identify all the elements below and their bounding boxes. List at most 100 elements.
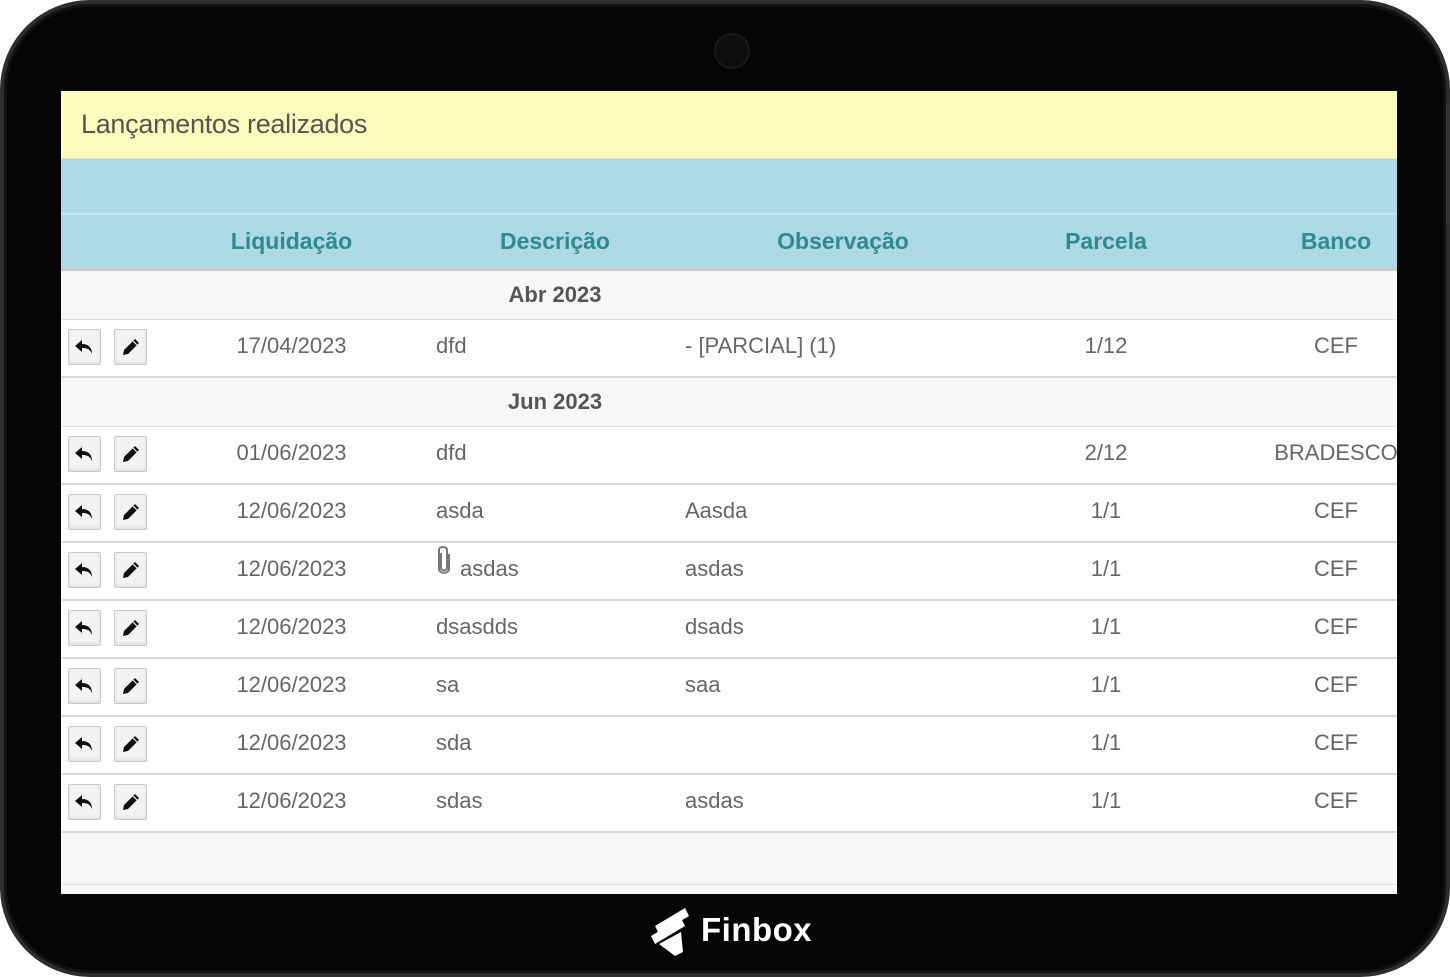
banco-cell: CEF bbox=[1314, 788, 1358, 813]
parcela-cell: 2/12 bbox=[1084, 440, 1128, 465]
paperclip-icon[interactable] bbox=[436, 542, 452, 594]
undo-icon bbox=[74, 734, 96, 754]
parcela-cell: 1/1 bbox=[1090, 672, 1122, 697]
table-row[interactable]: 01/06/2023 dfd 2/12 BRADESCO bbox=[61, 427, 1397, 485]
page-title: Lançamentos realizados bbox=[81, 109, 368, 139]
undo-icon bbox=[74, 337, 96, 357]
column-header-observacao[interactable]: Observação bbox=[743, 215, 943, 268]
column-header-liquidacao[interactable]: Liquidação bbox=[209, 215, 374, 268]
table-row[interactable]: 17/04/2023 dfd - [PARCIAL] (1) 1/12 CEF bbox=[61, 320, 1397, 378]
pencil-icon bbox=[121, 337, 141, 357]
observacao-cell bbox=[685, 427, 985, 483]
group-row: Abr 2023 bbox=[61, 271, 1397, 320]
banco-cell: CEF bbox=[1314, 614, 1358, 639]
table-row[interactable]: 12/06/2023 sa saa 1/1 CEF bbox=[61, 659, 1397, 717]
edit-button[interactable] bbox=[114, 436, 147, 472]
edit-button[interactable] bbox=[114, 784, 147, 820]
screen: Lançamentos realizados Liquidação Descri… bbox=[61, 91, 1397, 894]
undo-icon bbox=[74, 792, 96, 812]
undo-icon bbox=[74, 676, 96, 696]
finbox-logo-mark bbox=[651, 908, 689, 956]
table-footer-divider bbox=[61, 884, 1397, 885]
description-text: dfd bbox=[436, 333, 467, 358]
edit-button[interactable] bbox=[114, 329, 147, 365]
pencil-icon bbox=[121, 618, 141, 638]
banco-cell: CEF bbox=[1314, 498, 1358, 523]
pencil-icon bbox=[121, 560, 141, 580]
banco-cell: CEF bbox=[1314, 333, 1358, 358]
tablet-frame: Lançamentos realizados Liquidação Descri… bbox=[0, 0, 1450, 977]
reverse-button[interactable] bbox=[68, 329, 101, 365]
descricao-cell: dfd bbox=[436, 427, 676, 483]
descricao-cell: asda bbox=[436, 485, 676, 541]
table-row[interactable]: 12/06/2023 sda 1/1 CEF bbox=[61, 717, 1397, 775]
edit-button[interactable] bbox=[114, 668, 147, 704]
camera-dot bbox=[714, 33, 750, 69]
pencil-icon bbox=[121, 734, 141, 754]
parcela-cell: 1/1 bbox=[1090, 788, 1122, 813]
reverse-button[interactable] bbox=[68, 436, 101, 472]
pencil-icon bbox=[121, 444, 141, 464]
reverse-button[interactable] bbox=[68, 784, 101, 820]
table-row[interactable]: 12/06/2023 dsasdds dsads 1/1 CEF bbox=[61, 601, 1397, 659]
liquidacao-cell: 12/06/2023 bbox=[236, 556, 347, 581]
liquidacao-cell: 12/06/2023 bbox=[236, 672, 347, 697]
description-text: sa bbox=[436, 672, 460, 697]
description-text: sdas bbox=[436, 788, 483, 813]
descricao-cell: asdas bbox=[436, 543, 676, 599]
pencil-icon bbox=[121, 502, 141, 522]
column-header-descricao[interactable]: Descrição bbox=[461, 215, 649, 268]
pencil-icon bbox=[121, 676, 141, 696]
brand-name: Finbox bbox=[701, 911, 813, 948]
description-text: dfd bbox=[436, 440, 467, 465]
liquidacao-cell: 12/06/2023 bbox=[236, 498, 347, 523]
liquidacao-cell: 12/06/2023 bbox=[236, 730, 347, 755]
table-row[interactable]: 12/06/2023 asdas asdas 1/1 CEF bbox=[61, 543, 1397, 601]
group-row: Jun 2023 bbox=[61, 378, 1397, 427]
edit-button[interactable] bbox=[114, 552, 147, 588]
reverse-button[interactable] bbox=[68, 610, 101, 646]
undo-icon bbox=[74, 502, 96, 522]
parcela-cell: 1/1 bbox=[1090, 614, 1122, 639]
group-label: Jun 2023 bbox=[507, 389, 603, 414]
observacao-cell: asdas bbox=[685, 556, 744, 581]
reverse-button[interactable] bbox=[68, 552, 101, 588]
group-label: Abr 2023 bbox=[508, 282, 602, 307]
reverse-button[interactable] bbox=[68, 668, 101, 704]
column-header-parcela[interactable]: Parcela bbox=[1036, 215, 1176, 268]
observacao-cell: - [PARCIAL] (1) bbox=[685, 333, 837, 358]
pencil-icon bbox=[121, 792, 141, 812]
liquidacao-cell: 01/06/2023 bbox=[236, 440, 347, 465]
banco-cell: CEF bbox=[1314, 556, 1358, 581]
undo-icon bbox=[74, 444, 96, 464]
parcela-cell: 1/12 bbox=[1084, 333, 1128, 358]
page-header: Lançamentos realizados bbox=[61, 91, 1397, 159]
reverse-button[interactable] bbox=[68, 494, 101, 530]
observacao-cell: dsads bbox=[685, 614, 744, 639]
table-row[interactable]: 12/06/2023 sdas asdas 1/1 CEF bbox=[61, 775, 1397, 833]
side-button bbox=[1446, 104, 1450, 224]
descricao-cell: dsasdds bbox=[436, 601, 676, 657]
description-text: asda bbox=[436, 498, 484, 523]
description-text: sda bbox=[436, 730, 472, 755]
observacao-cell: asdas bbox=[685, 788, 744, 813]
edit-button[interactable] bbox=[114, 610, 147, 646]
descricao-cell: sdas bbox=[436, 775, 676, 831]
parcela-cell: 1/1 bbox=[1090, 498, 1122, 523]
parcela-cell: 1/1 bbox=[1090, 556, 1122, 581]
liquidacao-cell: 12/06/2023 bbox=[236, 614, 347, 639]
banco-cell: CEF bbox=[1314, 730, 1358, 755]
liquidacao-cell: 17/04/2023 bbox=[236, 333, 347, 358]
reverse-button[interactable] bbox=[68, 726, 101, 762]
table-row[interactable]: 12/06/2023 asda Aasda 1/1 CEF bbox=[61, 485, 1397, 543]
edit-button[interactable] bbox=[114, 726, 147, 762]
undo-icon bbox=[74, 560, 96, 580]
liquidacao-cell: 12/06/2023 bbox=[236, 788, 347, 813]
observacao-cell: Aasda bbox=[685, 498, 748, 523]
column-header-banco[interactable]: Banco bbox=[1266, 215, 1397, 268]
banco-cell: CEF bbox=[1314, 672, 1358, 697]
description-text: asdas bbox=[460, 556, 519, 581]
edit-button[interactable] bbox=[114, 494, 147, 530]
descricao-cell: sda bbox=[436, 717, 676, 773]
finbox-logo: Finbox bbox=[649, 902, 812, 958]
